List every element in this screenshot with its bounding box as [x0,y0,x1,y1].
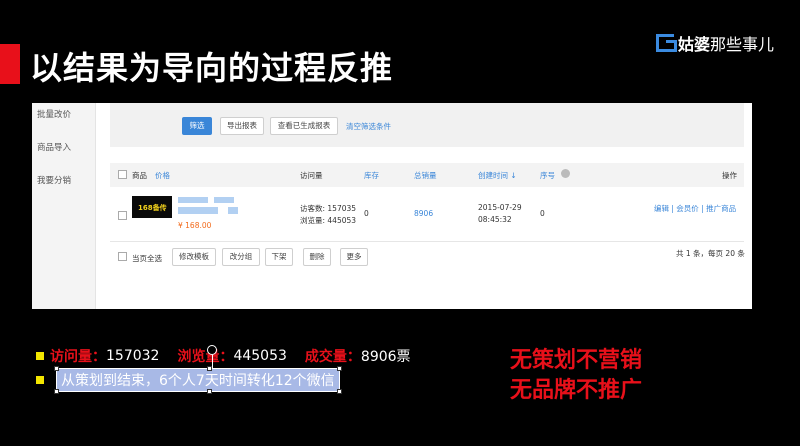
rotate-handle-icon[interactable] [207,345,217,355]
col-product: 商品 [132,171,147,180]
col-created[interactable]: 创建时间 ↓ [478,170,517,181]
col-visits: 访问量 [300,171,323,180]
stat-label-views: 浏览量： [177,349,234,365]
col-total-sales[interactable]: 总销量 [414,170,437,181]
stat-value-visits: 157032 [106,348,160,364]
brand-name-light: 那些事儿 [710,35,775,54]
blurred-title [178,197,208,203]
admin-sidebar: 批量改价 商品导入 我要分销 [32,103,96,309]
row-time: 08:45:32 [478,215,512,224]
resize-handle[interactable] [54,389,59,394]
header-checkbox[interactable] [118,170,127,179]
help-icon[interactable] [561,169,570,178]
change-group-button[interactable]: 改分组 [222,248,260,266]
accent-bar [0,44,20,84]
row-sales[interactable]: 8906 [414,209,433,218]
bullet-marker [36,352,44,360]
resize-handle[interactable] [336,389,342,394]
filter-button[interactable]: 筛选 [182,117,212,135]
stat-label-visits: 访问量： [50,349,106,365]
brand-name-bold: 姑婆 [678,35,711,54]
more-button[interactable]: 更多 [340,248,368,266]
view-reports-button[interactable]: 查看已生成报表 [270,117,338,135]
select-all-label: 当页全选 [132,254,162,263]
bullet-marker [36,376,44,384]
row-views: 浏览量: 445053 [300,216,357,225]
brand-logo-icon [656,34,677,52]
row-date: 2015-07-29 [478,203,522,212]
sidebar-item-import[interactable]: 商品导入 [37,141,71,153]
col-ops: 操作 [722,171,737,180]
blurred-title [228,207,238,214]
edit-template-button[interactable]: 修改模板 [172,248,216,266]
stats-line: 访问量： 157032 浏览量： 445053 成交量： 8906票 [36,347,429,365]
row-checkbox[interactable] [118,211,127,220]
select-all-checkbox[interactable] [118,252,127,261]
row-price: ¥ 168.00 [178,221,212,230]
blurred-title [214,197,234,203]
selected-text[interactable]: 从策划到结束，6个人7天时间转化12个微信 [61,373,335,389]
filter-bar: 筛选 导出报表 查看已生成报表 清空筛选条件 [110,103,744,147]
rotate-handle-stem [212,355,213,369]
stat-value-deals: 8906票 [360,349,411,365]
sidebar-item-distribution[interactable]: 我要分销 [37,174,71,186]
stat-label-deals: 成交量： [304,349,361,365]
col-seq[interactable]: 序号 [540,170,555,181]
row-divider [110,241,744,242]
clear-filter-link[interactable]: 清空筛选条件 [346,121,391,132]
stat-value-views: 445053 [233,348,287,364]
row-visitors: 访客数: 157035 [300,204,357,213]
slogan-1: 无策划不营销 [510,348,643,373]
table-header: 商品 价格 访问量 库存 总销量 创建时间 ↓ 序号 操作 [110,163,744,187]
off-shelf-button[interactable]: 下架 [265,248,293,266]
col-stock[interactable]: 库存 [364,170,379,181]
selected-textbox[interactable]: 从策划到结束，6个人7天时间转化12个微信 [54,345,342,394]
pagination-info: 共 1 条，每页 20 条 [676,249,745,258]
row-stock: 0 [364,209,369,218]
resize-handle[interactable] [207,389,212,394]
slogan-2: 无品牌不推广 [510,378,643,403]
col-price[interactable]: 价格 [155,170,170,181]
slide: { "title": "以结果为导向的过程反推", "brand": {"nam… [0,0,800,446]
sidebar-item-batch-price[interactable]: 批量改价 [37,108,71,120]
product-thumbnail[interactable]: 168备传 [132,196,172,218]
resize-handle[interactable] [207,366,212,371]
row-seq: 0 [540,209,545,218]
selected-textbox-line: 从策划到结束，6个人7天时间转化12个微信 [36,345,342,394]
row-ops-links[interactable]: 编辑 | 会员价 | 推广商品 [654,203,736,214]
delete-button[interactable]: 删除 [303,248,331,266]
admin-screenshot: 批量改价 商品导入 我要分销 筛选 导出报表 查看已生成报表 清空筛选条件 商品… [32,103,752,309]
resize-handle[interactable] [336,366,342,371]
brand-logo: 姑婆 那些事儿 [656,31,774,55]
blurred-title [178,207,218,214]
resize-handle[interactable] [54,366,59,371]
export-report-button[interactable]: 导出报表 [220,117,264,135]
slide-title: 以结果为导向的过程反推 [30,49,394,87]
